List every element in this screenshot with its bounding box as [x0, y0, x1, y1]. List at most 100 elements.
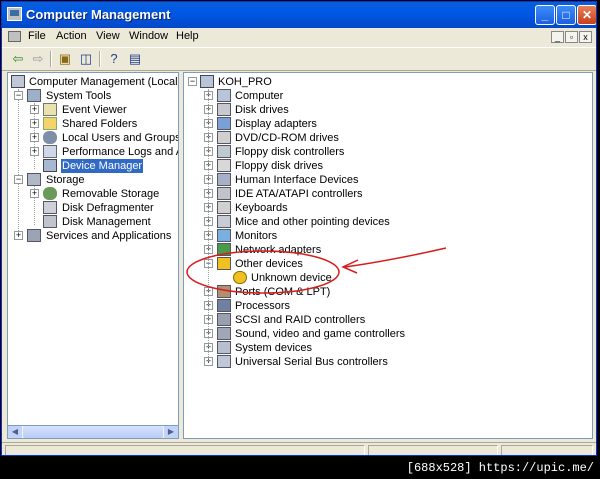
storage-icon — [27, 173, 41, 186]
sound-video-icon — [217, 327, 231, 340]
menu-bar: File Action View Window Help — [2, 28, 596, 46]
device-category-label: System devices — [235, 342, 313, 354]
defragmenter-icon — [43, 201, 57, 214]
child-close-button[interactable]: x — [579, 31, 592, 43]
collapse-icon[interactable]: − — [14, 91, 23, 100]
device-category-label: DVD/CD-ROM drives — [235, 132, 339, 144]
tree-label: Local Users and Groups — [62, 132, 179, 144]
event-viewer-icon — [43, 103, 57, 116]
tree-label: Removable Storage — [62, 188, 160, 200]
ports-icon — [217, 285, 231, 298]
tree-label: Performance Logs and Alerts — [62, 146, 178, 158]
device-category-label: IDE ATA/ATAPI controllers — [235, 188, 363, 200]
expand-icon[interactable]: + — [30, 189, 39, 198]
device-category-label: Disk drives — [235, 104, 289, 116]
menu-window[interactable]: Window — [129, 30, 168, 42]
users-icon — [43, 131, 57, 144]
network-adapters-icon — [217, 243, 231, 256]
menu-help[interactable]: Help — [176, 30, 199, 42]
expand-icon[interactable]: + — [30, 133, 39, 142]
device-manager-icon — [43, 159, 57, 172]
device-category-label: Sound, video and game controllers — [235, 328, 405, 340]
close-button[interactable]: ✕ — [577, 5, 596, 25]
help-icon[interactable]: ? — [106, 51, 122, 67]
scrollbar-thumb[interactable] — [23, 426, 163, 438]
device-tree-pane[interactable]: − KOH_PRO + Computer + Disk drives + Display … — [183, 72, 593, 439]
device-category-label: Universal Serial Bus controllers — [235, 356, 388, 368]
expand-icon[interactable]: + — [30, 119, 39, 128]
expand-icon[interactable]: + — [30, 105, 39, 114]
child-restore-button[interactable]: ▫ — [565, 31, 578, 43]
hid-icon — [217, 173, 231, 186]
back-icon[interactable]: ⇦ — [10, 51, 26, 67]
usb-controllers-icon — [217, 355, 231, 368]
device-category-label: Display adapters — [235, 118, 317, 130]
forward-icon[interactable]: ⇨ — [30, 51, 46, 67]
toolbar-separator — [50, 51, 52, 67]
collapse-icon[interactable]: − — [14, 175, 23, 184]
tree-label: Shared Folders — [62, 118, 138, 130]
device-category-label: Human Interface Devices — [235, 174, 359, 186]
computer-name: KOH_PRO — [218, 76, 272, 88]
scsi-raid-icon — [217, 313, 231, 326]
menu-action[interactable]: Action — [56, 30, 87, 42]
tree-guide-line — [208, 89, 209, 361]
device-category-label: SCSI and RAID controllers — [235, 314, 366, 326]
monitors-icon — [217, 229, 231, 242]
expand-icon[interactable]: + — [30, 147, 39, 156]
computer-icon — [11, 75, 25, 88]
tree-label: Disk Defragmenter — [62, 202, 154, 214]
display-adapters-icon — [217, 117, 231, 130]
removable-storage-icon — [43, 187, 57, 200]
device-category-label: Ports (COM & LPT) — [235, 286, 331, 298]
collapse-icon[interactable]: − — [188, 77, 197, 86]
horizontal-scrollbar[interactable]: ◀ ▶ — [7, 425, 179, 439]
title-bar[interactable]: Computer Management _ □ ✕ — [2, 2, 596, 28]
show-hide-tree-icon[interactable]: ◫ — [78, 51, 94, 67]
device-category-label: Network adapters — [235, 244, 322, 256]
device-category-label: Computer — [235, 90, 284, 102]
watermark-text: [688x528] https://upic.me/ — [406, 461, 594, 475]
other-devices-icon — [217, 257, 231, 270]
computer-icon — [200, 75, 214, 88]
tree-label: Disk Management — [62, 216, 151, 228]
dvd-cdrom-icon — [217, 131, 231, 144]
tree-label: Storage — [46, 174, 85, 186]
device-category-label: Floppy disk controllers — [235, 146, 345, 158]
window-title: Computer Management — [26, 7, 171, 22]
console-menu-icon[interactable] — [8, 31, 21, 42]
up-folder-icon[interactable]: ▣ — [57, 51, 73, 67]
disk-drives-icon — [217, 103, 231, 116]
tree-label: Computer Management (Local) — [29, 76, 179, 88]
device-category-label: Floppy disk drives — [235, 160, 324, 172]
child-minimize-button[interactable]: _ — [551, 31, 564, 43]
performance-icon — [43, 145, 57, 158]
floppy-drives-icon — [217, 159, 231, 172]
menu-file[interactable]: File — [28, 30, 46, 42]
menu-view[interactable]: View — [96, 30, 120, 42]
maximize-button[interactable]: □ — [556, 5, 576, 25]
status-segment — [5, 445, 365, 455]
tree-label: System Tools — [46, 90, 112, 102]
scroll-left-icon[interactable]: ◀ — [8, 426, 22, 438]
tools-icon — [27, 89, 41, 102]
properties-icon[interactable]: ▤ — [127, 51, 143, 67]
computer-management-icon — [7, 7, 22, 21]
minimize-button[interactable]: _ — [535, 5, 555, 25]
disk-management-icon — [43, 215, 57, 228]
keyboards-icon — [217, 201, 231, 214]
toolbar: ⇦ ⇨ ▣ ◫ ? ▤ — [2, 47, 596, 71]
console-tree-pane[interactable]: Computer Management (Local) − System Too… — [7, 72, 179, 439]
device-category-label: Mice and other pointing devices — [235, 216, 390, 228]
status-bar — [2, 442, 596, 455]
tree-label-selected: Device Manager — [61, 159, 144, 173]
system-devices-icon — [217, 341, 231, 354]
status-segment — [501, 445, 593, 455]
warning-question-icon — [233, 271, 247, 284]
device-category-label: Monitors — [235, 230, 278, 242]
expand-icon[interactable]: + — [14, 231, 23, 240]
shared-folder-icon — [43, 117, 57, 130]
computer-icon — [217, 89, 231, 102]
services-icon — [27, 229, 41, 242]
scroll-right-icon[interactable]: ▶ — [164, 426, 178, 438]
